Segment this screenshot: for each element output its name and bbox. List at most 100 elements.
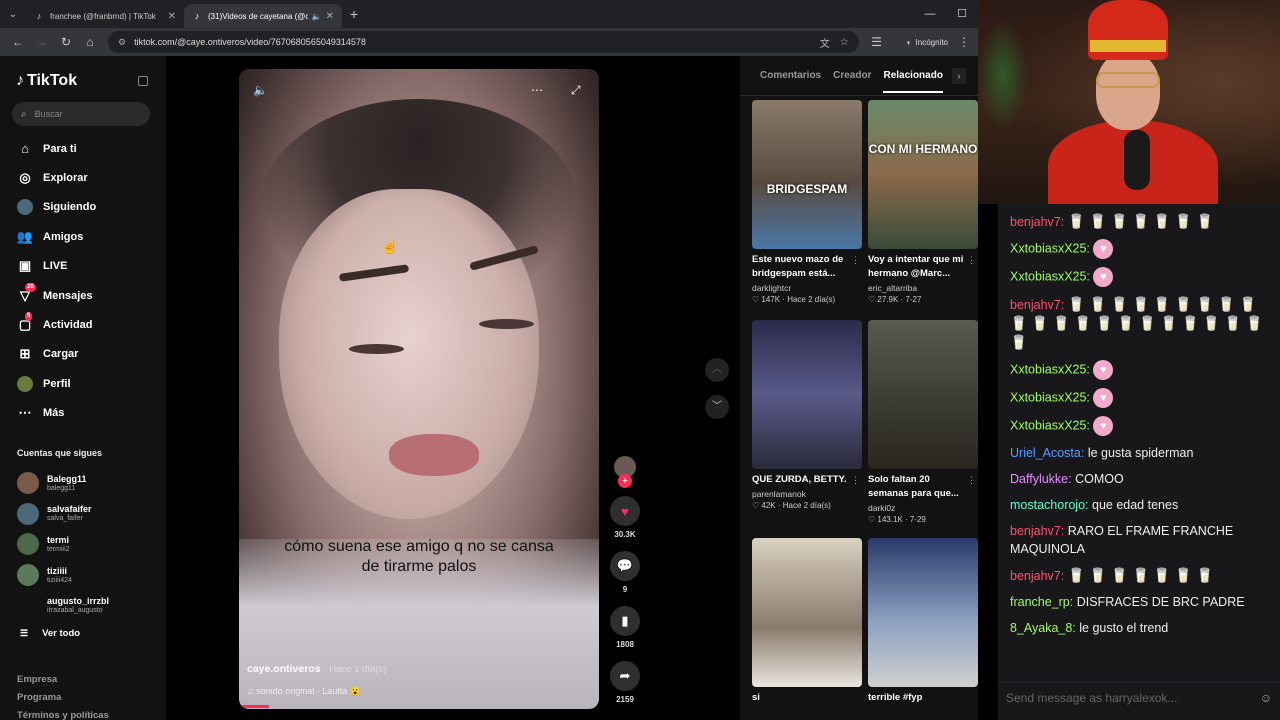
chevron-right-icon[interactable]: › [952,67,966,84]
browser-menu-icon[interactable]: ⋮ [956,35,972,49]
share-icon: ➦ [610,661,640,691]
url-field[interactable]: ⚙ tiktok.com/@caye.ontiveros/video/76706… [108,31,859,53]
following-item[interactable]: augusto_irrzbl irrazabal_augusto [17,590,109,621]
minimize-icon[interactable]: — [914,0,946,28]
tab-search-icon[interactable]: ⌄ [0,0,26,28]
see-all-button[interactable]: ☰ Ver todo [20,628,80,639]
browser-tabbar: ⌄ ♪ franchee (@franbrnd) | TikTok ✕ ♪ (3… [0,0,978,28]
creator-avatar[interactable]: + [614,456,636,488]
save-button[interactable]: ▮ 1808 [610,606,640,649]
chat-username[interactable]: benjahv7: [1010,524,1064,538]
avatar [17,564,39,587]
heart-icon: ♥ [610,496,640,526]
related-video-card[interactable]: Solo faltan 20 semanas para que... darki… [868,320,978,524]
chat-input[interactable]: Send message as harryalexok... ☺ [998,682,1280,712]
video-area: 🔈 ⋯ ⤢ cómo suena ese amigo q no se cansa… [166,56,740,720]
logo-text: TikTok [27,72,78,89]
chat-username[interactable]: benjahv7: [1010,569,1064,583]
next-video-button[interactable]: ﹀ [705,395,729,419]
heart-emote-icon: ♥ [1093,360,1114,380]
follow-plus-icon[interactable]: + [618,474,632,488]
tab-comentarios[interactable]: Comentarios [760,70,821,81]
share-button[interactable]: ➦ 2159 [610,661,640,704]
chat-username[interactable]: benjahv7: [1010,215,1064,229]
more-options-icon[interactable]: ⋯ [531,83,543,97]
chat-username[interactable]: benjahv7: [1010,298,1064,312]
chat-username[interactable]: XxtobiasxX25: [1010,269,1090,283]
card-more-icon[interactable]: ⋮ [967,255,976,266]
video-frame-detail [479,319,534,329]
emoji-icon[interactable]: ☺ [1260,691,1272,705]
related-video-card[interactable]: CON MI HERMANO Voy a intentar que mi her… [868,100,978,304]
video-author[interactable]: caye.ontiveros [247,663,321,675]
reload-icon[interactable]: ↻ [54,35,78,49]
browser-tab-2[interactable]: ♪ (31)Videos de cayetana (@c... 🔈 ✕ [184,4,342,28]
following-user: termiii2 [47,545,70,553]
close-tab-icon[interactable]: ✕ [168,11,176,22]
related-video-card[interactable]: BRIDGESPAM Este nuevo mazo de bridgespam… [752,100,862,304]
close-tab-icon[interactable]: ✕ [326,11,334,22]
following-item[interactable]: salvafaifer salva_faifer [17,499,109,530]
card-more-icon[interactable]: ⋮ [851,475,860,486]
chat-username[interactable]: Daffylukke: [1010,472,1072,486]
like-count: 30.3K [614,530,636,539]
following-item[interactable]: termi termiii2 [17,529,109,560]
sidebar-item-amigos[interactable]: 👥 Amigos [0,222,166,251]
following-item[interactable]: tiziiii tiziiii424 [17,560,109,591]
like-button[interactable]: ♥ 30.3K [610,496,640,539]
chat-username[interactable]: XxtobiasxX25: [1010,241,1090,255]
following-item[interactable]: Balegg11 balegg11 [17,468,109,499]
tab-creador[interactable]: Creador [833,70,871,81]
fullscreen-icon[interactable]: ⤢ [571,83,581,98]
sidebar-item-mensajes[interactable]: ▽ 26 Mensajes [0,281,166,310]
previous-video-button[interactable]: ︿ [705,358,729,382]
related-panel: Comentarios Creador Relacionado › BRIDGE… [740,56,978,720]
back-icon[interactable]: ← [6,35,30,49]
forward-icon[interactable]: → [30,35,54,49]
speaker-icon[interactable]: 🔈 [312,12,322,21]
chat-username[interactable]: XxtobiasxX25: [1010,418,1090,432]
sidebar-item-perfil[interactable]: Perfil [0,369,166,398]
related-video-card[interactable]: terrible #fyp [868,538,978,705]
comment-button[interactable]: 💬 9 [610,551,640,594]
incognito-indicator[interactable]: ◐ Incógnito [899,38,956,47]
tiktok-logo[interactable]: ♪ TikTok [16,72,77,90]
sidebar-item-explorar[interactable]: ◎ Explorar [0,163,166,192]
collapse-sidebar-icon[interactable] [138,76,148,86]
home-icon[interactable]: ⌂ [78,35,102,49]
extensions-icon[interactable]: ☰ [865,35,889,49]
card-more-icon[interactable]: ⋮ [967,475,976,486]
chat-username[interactable]: XxtobiasxX25: [1010,362,1090,376]
related-video-card[interactable]: si [752,538,862,705]
browser-tab-1[interactable]: ♪ franchee (@franbrnd) | TikTok ✕ [26,4,184,28]
sidebar-item-siguiendo[interactable]: Siguiendo [0,193,166,222]
sidebar-item-mas[interactable]: ⋯ Más [0,399,166,428]
maximize-icon[interactable]: ☐ [946,0,978,28]
tab-relacionado[interactable]: Relacionado [883,70,943,93]
chat-username[interactable]: franche_rp: [1010,595,1073,609]
sidebar-item-cargar[interactable]: ⊞ Cargar [0,340,166,369]
video-sound[interactable]: ♫ sonido original - Lautta 😮 [247,686,361,697]
sidebar-item-para-ti[interactable]: ⌂ Para ti [0,134,166,163]
sidebar-item-actividad[interactable]: ▢ 5 Actividad [0,310,166,339]
related-video-card[interactable]: QUE ZURDA, BETTY. parenlamanok ♡ 42K · H… [752,320,862,510]
translate-icon[interactable]: 文 [820,35,830,50]
video-player[interactable]: 🔈 ⋯ ⤢ cómo suena ese amigo q no se cansa… [239,69,599,709]
chat-message: franche_rp: DISFRACES DE BRC PADRE [998,589,1280,615]
sidebar-item-live[interactable]: ▣ LIVE [0,252,166,281]
chat-username[interactable]: mostachorojo: [1010,498,1089,512]
video-progress-bar[interactable] [239,705,269,708]
site-info-icon[interactable]: ⚙ [118,37,126,48]
volume-icon[interactable]: 🔈 [253,83,268,97]
chat-username[interactable]: XxtobiasxX25: [1010,390,1090,404]
bookmark-star-icon[interactable]: ☆ [840,37,849,48]
footer-link[interactable]: Empresa [17,671,109,689]
webcam-plant [978,20,1028,130]
footer-link[interactable]: Programa [17,689,109,707]
chat-username[interactable]: 8_Ayaka_8: [1010,621,1076,635]
search-input[interactable]: ⌕ Buscar [12,102,150,126]
footer-link[interactable]: Términos y políticas [17,707,109,720]
card-more-icon[interactable]: ⋮ [851,255,860,266]
chat-username[interactable]: Uriel_Acosta: [1010,446,1084,460]
new-tab-button[interactable]: + [342,6,366,22]
